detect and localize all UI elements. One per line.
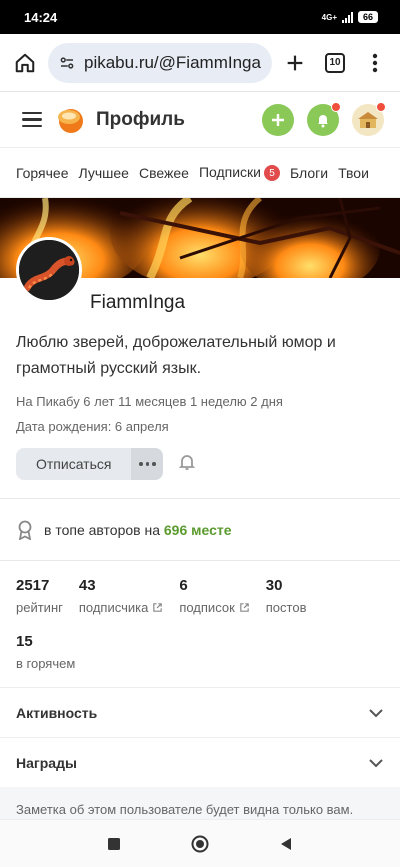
profile-age: На Пикабу 6 лет 11 месяцев 1 неделю 2 дн… — [16, 394, 283, 409]
notification-dot — [331, 101, 341, 112]
awards-label: Награды — [16, 754, 77, 771]
stat-label: подписчика — [78, 600, 149, 615]
site-settings-icon[interactable] — [58, 54, 76, 72]
stat-posts[interactable]: 30 постов — [266, 577, 307, 615]
unsubscribe-group: Отписаться — [16, 448, 164, 480]
tabs-button[interactable]: 10 — [318, 46, 352, 80]
profile-avatar[interactable] — [16, 237, 82, 303]
stats-row: 2517 рейтинг 43 подписчика 6 подписок 30… — [0, 561, 400, 615]
tab-count: 10 — [325, 52, 345, 73]
stat-hot[interactable]: 15 в горячем — [0, 615, 400, 687]
awards-section[interactable]: Награды — [0, 737, 400, 787]
external-link-icon — [240, 603, 249, 612]
status-time: 14:24 — [24, 9, 58, 25]
stat-label: подписок — [179, 600, 235, 615]
notifications-button[interactable] — [307, 101, 341, 136]
stat-value: 30 — [265, 577, 283, 594]
tab-subscriptions[interactable]: Подписки 5 — [198, 163, 280, 182]
feed-tabs: Горячее Лучшее Свежее Подписки 5 Блоги Тв… — [0, 148, 400, 198]
status-bar: 14:24 4G+ 66 — [0, 0, 400, 34]
page-title: Профиль — [96, 108, 185, 130]
top-authors-row: в топе авторов на 696 месте — [0, 498, 400, 560]
add-post-button[interactable] — [262, 103, 294, 136]
avatar-notification-dot — [376, 101, 386, 112]
network-type: 4G+ — [321, 12, 337, 22]
tab-blogs[interactable]: Блоги — [290, 165, 328, 181]
stat-value: 2517 — [16, 577, 50, 594]
profile-actions: Отписаться — [16, 448, 384, 480]
stat-subscribers[interactable]: 43 подписчика — [79, 577, 163, 615]
stat-label: постов — [265, 600, 307, 615]
unsubscribe-button[interactable]: Отписаться — [16, 448, 131, 480]
user-avatar[interactable] — [352, 101, 386, 136]
tab-hot[interactable]: Горячее — [16, 165, 69, 181]
chevron-down-icon — [369, 758, 383, 767]
url-text: pikabu.ru/@FiammInga — [84, 52, 261, 72]
tab-subscriptions-label: Подписки — [198, 163, 261, 180]
profile-bio: Люблю зверей, доброжелательный юмор и гр… — [16, 334, 336, 377]
external-link-icon — [153, 603, 163, 612]
recent-apps-icon[interactable] — [107, 837, 121, 851]
system-navigation-bar — [0, 819, 400, 867]
site-header: Профиль — [0, 92, 400, 148]
activity-label: Активность — [16, 704, 98, 721]
more-options-icon[interactable] — [131, 448, 164, 480]
stat-label: рейтинг — [16, 600, 63, 615]
home-button-icon[interactable] — [191, 835, 209, 853]
tab-fresh[interactable]: Свежее — [139, 165, 189, 181]
top-authors-text: в топе авторов на 696 месте — [44, 522, 232, 538]
signal-icon — [341, 11, 353, 23]
bell-subscribe-icon[interactable] — [177, 452, 197, 477]
battery-icon: 66 — [357, 11, 378, 23]
stat-label: в горячем — [16, 656, 76, 671]
profile-info: FiammInga Люблю зверей, доброжелательный… — [0, 278, 400, 480]
new-tab-icon[interactable] — [278, 46, 312, 80]
stat-subscriptions[interactable]: 6 подписок — [179, 577, 249, 615]
profile-name: FiammInga — [90, 292, 186, 313]
browser-menu-icon[interactable] — [358, 46, 392, 80]
menu-icon[interactable] — [22, 111, 42, 128]
stat-rating: 2517 рейтинг — [16, 577, 63, 615]
stat-value: 6 — [179, 577, 188, 594]
status-indicators: 4G+ 66 — [322, 11, 378, 23]
browser-toolbar: pikabu.ru/@FiammInga 10 — [0, 34, 400, 92]
back-icon[interactable] — [279, 837, 293, 851]
top-prefix: в топе авторов на — [44, 521, 160, 538]
award-icon — [18, 520, 32, 540]
top-place[interactable]: 696 месте — [164, 522, 232, 538]
tab-yours[interactable]: Твои — [338, 165, 369, 181]
pikabu-logo[interactable] — [56, 105, 86, 135]
address-bar[interactable]: pikabu.ru/@FiammInga — [48, 42, 272, 83]
stat-label-row: подписчика — [79, 600, 163, 615]
bell-icon — [318, 114, 328, 127]
stat-label-row: подписок — [179, 600, 249, 615]
tab-best[interactable]: Лучшее — [79, 165, 129, 181]
subscriptions-badge: 5 — [264, 165, 280, 182]
stat-value: 15 — [16, 633, 33, 650]
activity-section[interactable]: Активность — [0, 687, 400, 737]
chevron-down-icon — [369, 708, 383, 717]
profile-birthday: Дата рождения: 6 апреля — [16, 419, 169, 434]
home-icon[interactable] — [8, 46, 42, 80]
stat-value: 43 — [78, 577, 96, 594]
